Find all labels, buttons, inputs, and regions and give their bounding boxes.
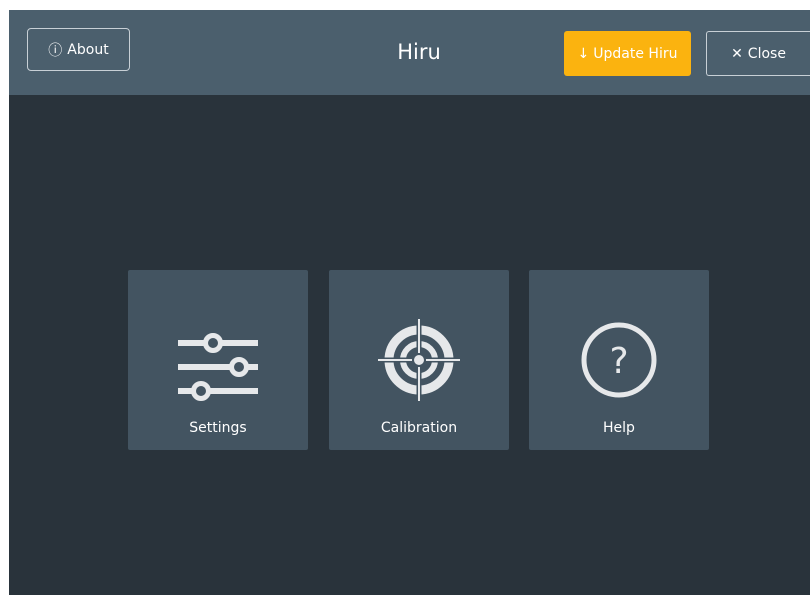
about-button-label: About [67,41,109,58]
app-window: ⓘ About Hiru ↓ Update Hiru ✕ Close Setti… [9,10,810,595]
calibration-tile[interactable]: Calibration [329,270,509,450]
sliders-icon [178,333,258,401]
x-icon: ✕ [731,45,743,62]
settings-tile[interactable]: Settings [128,270,308,450]
crosshair-target-icon [378,319,460,401]
tile-label-help: Help [603,420,635,436]
info-circle-icon: ⓘ [48,42,63,59]
question-circle-icon: ? [581,322,657,398]
tile-label-calibration: Calibration [380,420,458,436]
help-tile[interactable]: ? Help [529,270,709,450]
header-bar: ⓘ About Hiru ↓ Update Hiru ✕ Close [9,10,810,95]
close-button-label: Close [747,45,786,62]
arrow-down-icon: ↓ [577,45,590,62]
update-button[interactable]: ↓ Update Hiru [564,31,691,76]
page-title: Hiru [397,40,441,64]
svg-text:?: ? [609,341,628,382]
about-button[interactable]: ⓘ About [27,28,130,71]
tile-label-settings: Settings [189,420,247,436]
close-button[interactable]: ✕ Close [706,31,810,76]
update-button-label: Update Hiru [593,45,678,62]
